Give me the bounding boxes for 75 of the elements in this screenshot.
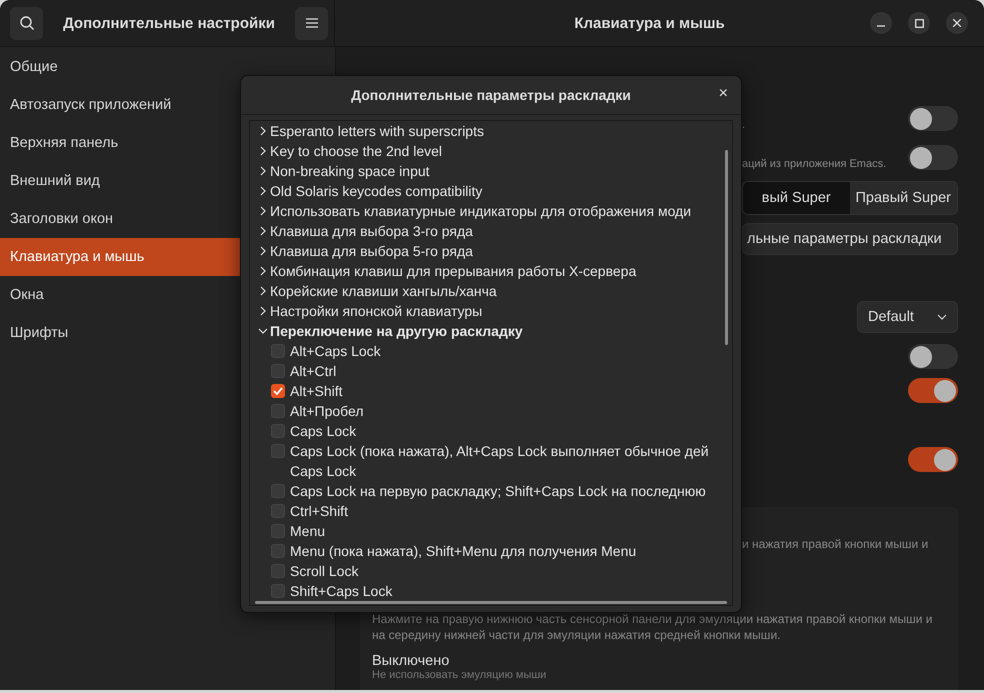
close-icon: [953, 19, 961, 27]
option-label[interactable]: Scroll Lock: [290, 561, 358, 581]
tree-item[interactable]: Key to choose the 2nd level: [270, 143, 442, 159]
checkbox[interactable]: [271, 384, 285, 398]
checkbox[interactable]: [271, 424, 285, 438]
search-button[interactable]: [10, 6, 43, 40]
option-label[interactable]: Caps Lock: [290, 421, 356, 441]
tree-item[interactable]: Esperanto letters with superscripts: [270, 123, 484, 139]
chevron-right-icon[interactable]: [258, 206, 268, 216]
checkbox[interactable]: [271, 584, 285, 598]
tree-item[interactable]: Non-breaking space input: [270, 163, 430, 179]
option-label[interactable]: Menu: [290, 521, 326, 541]
chevron-down-icon[interactable]: [258, 326, 268, 336]
option-label[interactable]: Caps Lock на первую раскладку; Shift+Caps Lock на последнюю: [290, 481, 706, 501]
setting-description: .: [742, 119, 746, 131]
chevron-right-icon[interactable]: [258, 306, 268, 316]
layout-options-button[interactable]: льные параметры раскладки: [742, 223, 958, 255]
window-title: Клавиатура и мышь: [573, 14, 726, 32]
chevron-right-icon[interactable]: [258, 266, 268, 276]
toggle-switch[interactable]: [908, 106, 958, 131]
tree-item[interactable]: Переключение на другую раскладку: [270, 323, 523, 339]
minimize-button[interactable]: [870, 12, 892, 34]
option-title: Выключено: [372, 653, 450, 669]
option-label[interactable]: Ctrl+Shift: [290, 501, 348, 521]
checkbox[interactable]: [271, 504, 285, 518]
checkbox[interactable]: [271, 364, 285, 378]
sidebar-title: Дополнительные настройки: [62, 14, 276, 32]
option-label[interactable]: Menu (пока нажата), Shift+Menu для получения Menu: [290, 541, 636, 561]
scrollbar-thumb[interactable]: [255, 601, 727, 604]
checkbox[interactable]: [271, 444, 285, 458]
toggle-switch[interactable]: [908, 447, 958, 472]
tree-item[interactable]: Настройки японской клавиатуры: [270, 303, 482, 319]
sidebar-item[interactable]: Общие: [0, 48, 335, 86]
setting-description: аций из приложения Emacs.: [742, 158, 886, 170]
toggle-switch[interactable]: [908, 344, 958, 369]
chevron-right-icon[interactable]: [258, 146, 268, 156]
segment-button[interactable]: Правый Super: [850, 182, 957, 214]
dialog-title: Дополнительные параметры раскладки: [351, 87, 631, 103]
checkbox[interactable]: [271, 564, 285, 578]
dropdown[interactable]: Default: [857, 301, 958, 333]
option-label[interactable]: Alt+Ctrl: [290, 361, 336, 381]
segment-button[interactable]: вый Super: [743, 182, 850, 214]
toggle-switch[interactable]: [908, 378, 958, 403]
setting-description: Нажмите на правую нижнюю часть сенсорной панели для эмуляции нажатия правой кнопки мыши и на середину нижней части для эмуляции нажатия средней кнопки мыши.: [372, 611, 934, 643]
tree-item[interactable]: Использовать клавиатурные индикаторы для отображения моди: [270, 203, 692, 219]
close-button[interactable]: [946, 12, 968, 34]
scrollbar-thumb[interactable]: [725, 150, 728, 345]
chevron-right-icon[interactable]: [258, 186, 268, 196]
chevron-right-icon[interactable]: [258, 126, 268, 136]
checkbox[interactable]: [271, 524, 285, 538]
option-label[interactable]: Alt+Shift: [290, 381, 343, 401]
option-label[interactable]: Alt+Caps Lock: [290, 341, 381, 361]
close-button[interactable]: ×: [716, 85, 731, 103]
tree-item[interactable]: Клавиша для выбора 3-го ряда: [270, 223, 473, 239]
menu-icon: [306, 18, 318, 28]
chevron-right-icon[interactable]: [258, 246, 268, 256]
chevron-down-icon: [937, 314, 947, 320]
checkbox[interactable]: [271, 344, 285, 358]
option-label[interactable]: Caps Lock (пока нажата), Alt+Caps Lock выполняет обычное дей Caps Lock: [290, 441, 709, 481]
option-subtitle: Не использовать эмуляцию мыши: [372, 669, 548, 681]
toggle-switch[interactable]: [908, 145, 958, 170]
chevron-right-icon[interactable]: [258, 166, 268, 176]
search-icon: [18, 15, 34, 31]
option-label[interactable]: Shift+Caps Lock: [290, 581, 392, 601]
checkbox[interactable]: [271, 544, 285, 558]
maximize-icon: [914, 18, 924, 28]
option-label[interactable]: Alt+Пробел: [290, 401, 364, 421]
checkbox[interactable]: [271, 484, 285, 498]
menu-button[interactable]: [295, 6, 328, 40]
maximize-button[interactable]: [908, 12, 930, 34]
tree-item[interactable]: Old Solaris keycodes compatibility: [270, 183, 482, 199]
chevron-right-icon[interactable]: [258, 226, 268, 236]
checkbox[interactable]: [271, 404, 285, 418]
tree-item[interactable]: Корейские клавиши хангыль/ханча: [270, 283, 497, 299]
chevron-right-icon[interactable]: [258, 286, 268, 296]
